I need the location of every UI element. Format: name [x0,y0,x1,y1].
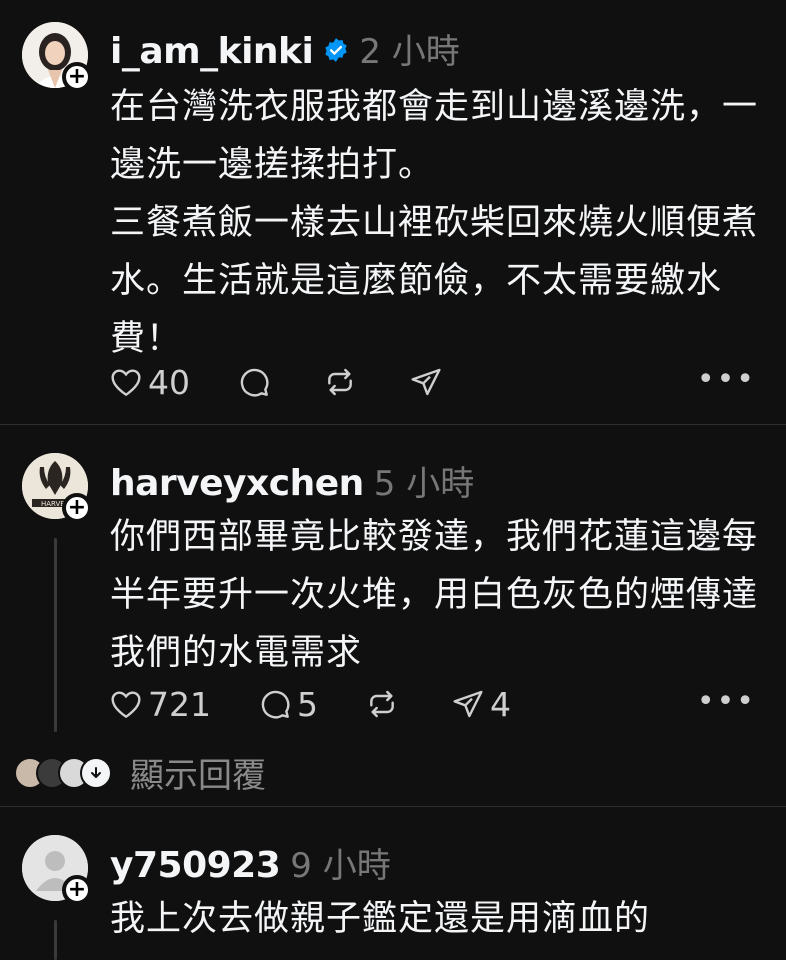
post-text-line: 在台灣洗衣服我都會走到山邊溪邊洗，一邊洗一邊搓揉拍打。 [110,87,759,185]
comment-icon [240,368,269,397]
share-button[interactable]: 4 [452,685,511,724]
username[interactable]: harveyxchen [110,463,364,504]
like-button[interactable]: 721 [110,685,211,724]
username[interactable]: i_am_kinki [110,31,314,72]
post-actions: 721 5 4 [110,684,559,724]
follow-plus-icon[interactable]: + [62,493,92,523]
repost-button[interactable] [366,688,404,720]
avatar-y750923[interactable]: + [22,835,92,905]
repost-icon [328,368,352,396]
more-icon[interactable]: ••• [697,362,756,397]
comment-icon [261,690,290,719]
verified-icon [325,38,348,62]
post-body: 在台灣洗衣服我都會走到山邊溪邊洗，一邊洗一邊搓揉拍打。 三餐煮飯一樣去山裡砍柴回… [110,78,770,368]
username[interactable]: y750923 [110,845,281,886]
post-text-line: 我上次去做親子鑑定還是用滴血的 [110,899,651,939]
more-icon[interactable]: ••• [697,684,756,719]
thread-line [54,920,57,960]
post-header: harveyxchen 5 小時 [110,456,474,505]
divider [0,424,786,425]
post-time: 2 小時 [359,32,460,72]
heart-icon [111,369,141,397]
like-button[interactable]: 40 [110,363,190,402]
share-icon [411,368,441,396]
show-replies-label: 顯示回覆 [130,756,266,796]
avatar-harveyxchen[interactable]: HARVEY + [22,453,92,523]
comment-count: 5 [297,684,318,724]
chevron-down-icon [80,756,112,789]
show-replies-button[interactable]: 顯示回覆 [14,748,266,797]
follow-plus-icon[interactable]: + [62,62,92,92]
share-icon [453,690,483,718]
share-count: 4 [490,684,511,724]
like-count: 721 [148,684,211,724]
avatar-i-am-kinki[interactable]: + [22,22,92,92]
post-text-line: 你們西部畢竟比較發達，我們花蓮這邊每半年要升一次火堆，用白色灰色的煙傳達我們的水… [110,517,759,673]
heart-icon [111,691,141,719]
comment-button[interactable] [238,366,276,398]
divider [0,806,786,807]
post-body: 你們西部畢竟比較發達，我們花蓮這邊每半年要升一次火堆，用白色灰色的煙傳達我們的水… [110,508,770,682]
thread-line [54,538,57,732]
comment-button[interactable]: 5 [259,685,318,724]
share-button[interactable] [410,366,448,398]
reply-avatars [14,756,112,789]
post-time: 5 小時 [373,464,475,504]
repost-button[interactable] [324,366,362,398]
post-body: 我上次去做親子鑑定還是用滴血的 [110,890,770,948]
post-text-line: 三餐煮飯一樣去山裡砍柴回來燒火順便煮水。生活就是這麼節儉，不太需要繳水費！ [110,203,759,359]
post-time: 9 小時 [290,846,391,886]
post-header: i_am_kinki 2 小時 [110,24,460,73]
repost-icon [370,690,394,718]
post-header: y750923 9 小時 [110,838,391,887]
follow-plus-icon[interactable]: + [62,875,92,905]
post-actions: 40 [110,362,496,402]
like-count: 40 [148,362,190,402]
